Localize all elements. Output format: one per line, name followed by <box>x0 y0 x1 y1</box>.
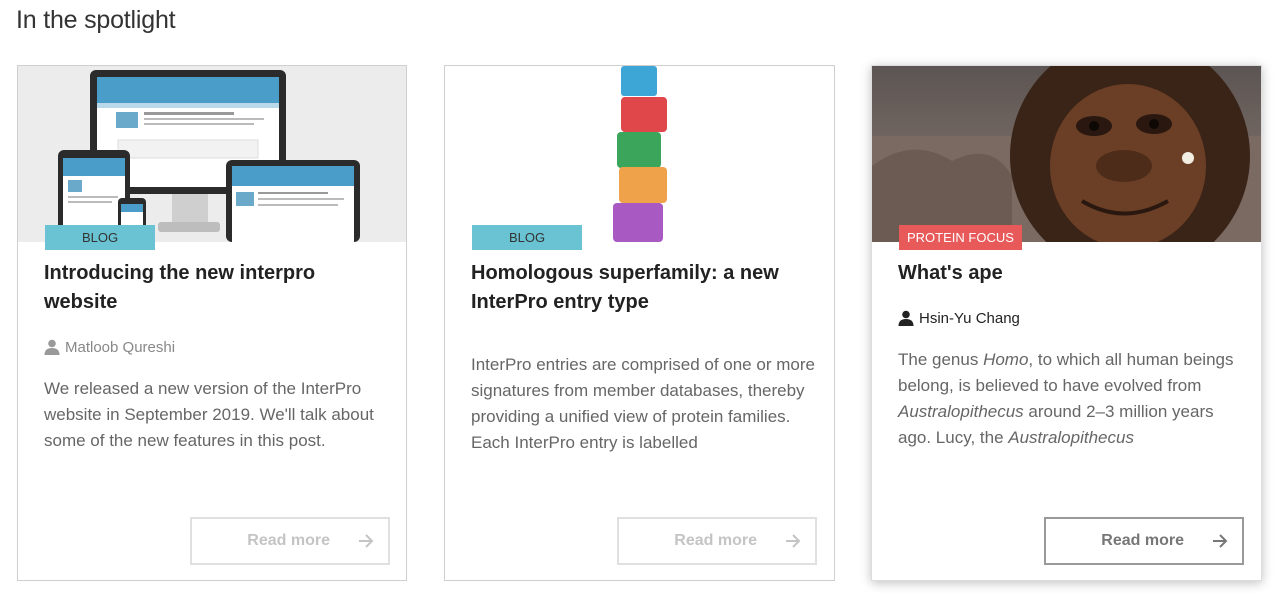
arrow-right-icon <box>786 534 801 548</box>
arrow-right-icon <box>1213 534 1228 548</box>
card-title[interactable]: Introducing the new interpro website <box>44 259 384 317</box>
spotlight-card-1[interactable]: BLOG Introducing the new interpro websit… <box>17 65 407 581</box>
author-name: Hsin-Yu Chang <box>919 309 1020 327</box>
author: Matloob Qureshi <box>44 337 175 357</box>
section-title: In the spotlight <box>16 6 176 34</box>
card-excerpt: We released a new version of the InterPr… <box>44 379 374 450</box>
ape-face-image[interactable] <box>872 66 1261 242</box>
stacked-blocks-image[interactable] <box>445 66 834 242</box>
blog-tag: BLOG <box>472 225 582 250</box>
card-excerpt: The genus Homo, to which all human being… <box>898 350 1234 447</box>
devices-mockup-image[interactable] <box>18 66 406 242</box>
arrow-right-icon <box>359 534 374 548</box>
author-name: Matloob Qureshi <box>65 338 176 356</box>
read-more-button[interactable]: Read more <box>1044 517 1244 565</box>
read-more-label: Read more <box>1101 532 1184 549</box>
read-more-label: Read more <box>674 532 757 549</box>
read-more-label: Read more <box>247 532 330 549</box>
author: Hsin-Yu Chang <box>898 308 1020 328</box>
protein-focus-tag: PROTEIN FOCUS <box>899 225 1022 250</box>
card-excerpt: InterPro entries are comprised of one or… <box>471 355 815 452</box>
spotlight-card-3[interactable]: PROTEIN FOCUS What's ape Hsin-Yu Chang T… <box>871 65 1262 581</box>
user-icon <box>898 310 914 326</box>
user-icon <box>44 339 60 355</box>
blog-tag: BLOG <box>45 225 155 250</box>
read-more-button[interactable]: Read more <box>190 517 390 565</box>
read-more-button[interactable]: Read more <box>617 517 817 565</box>
spotlight-card-2[interactable]: BLOG Homologous superfamily: a new Inter… <box>444 65 835 581</box>
card-title[interactable]: What's ape <box>898 259 1238 288</box>
card-title[interactable]: Homologous superfamily: a new InterPro e… <box>471 259 811 317</box>
